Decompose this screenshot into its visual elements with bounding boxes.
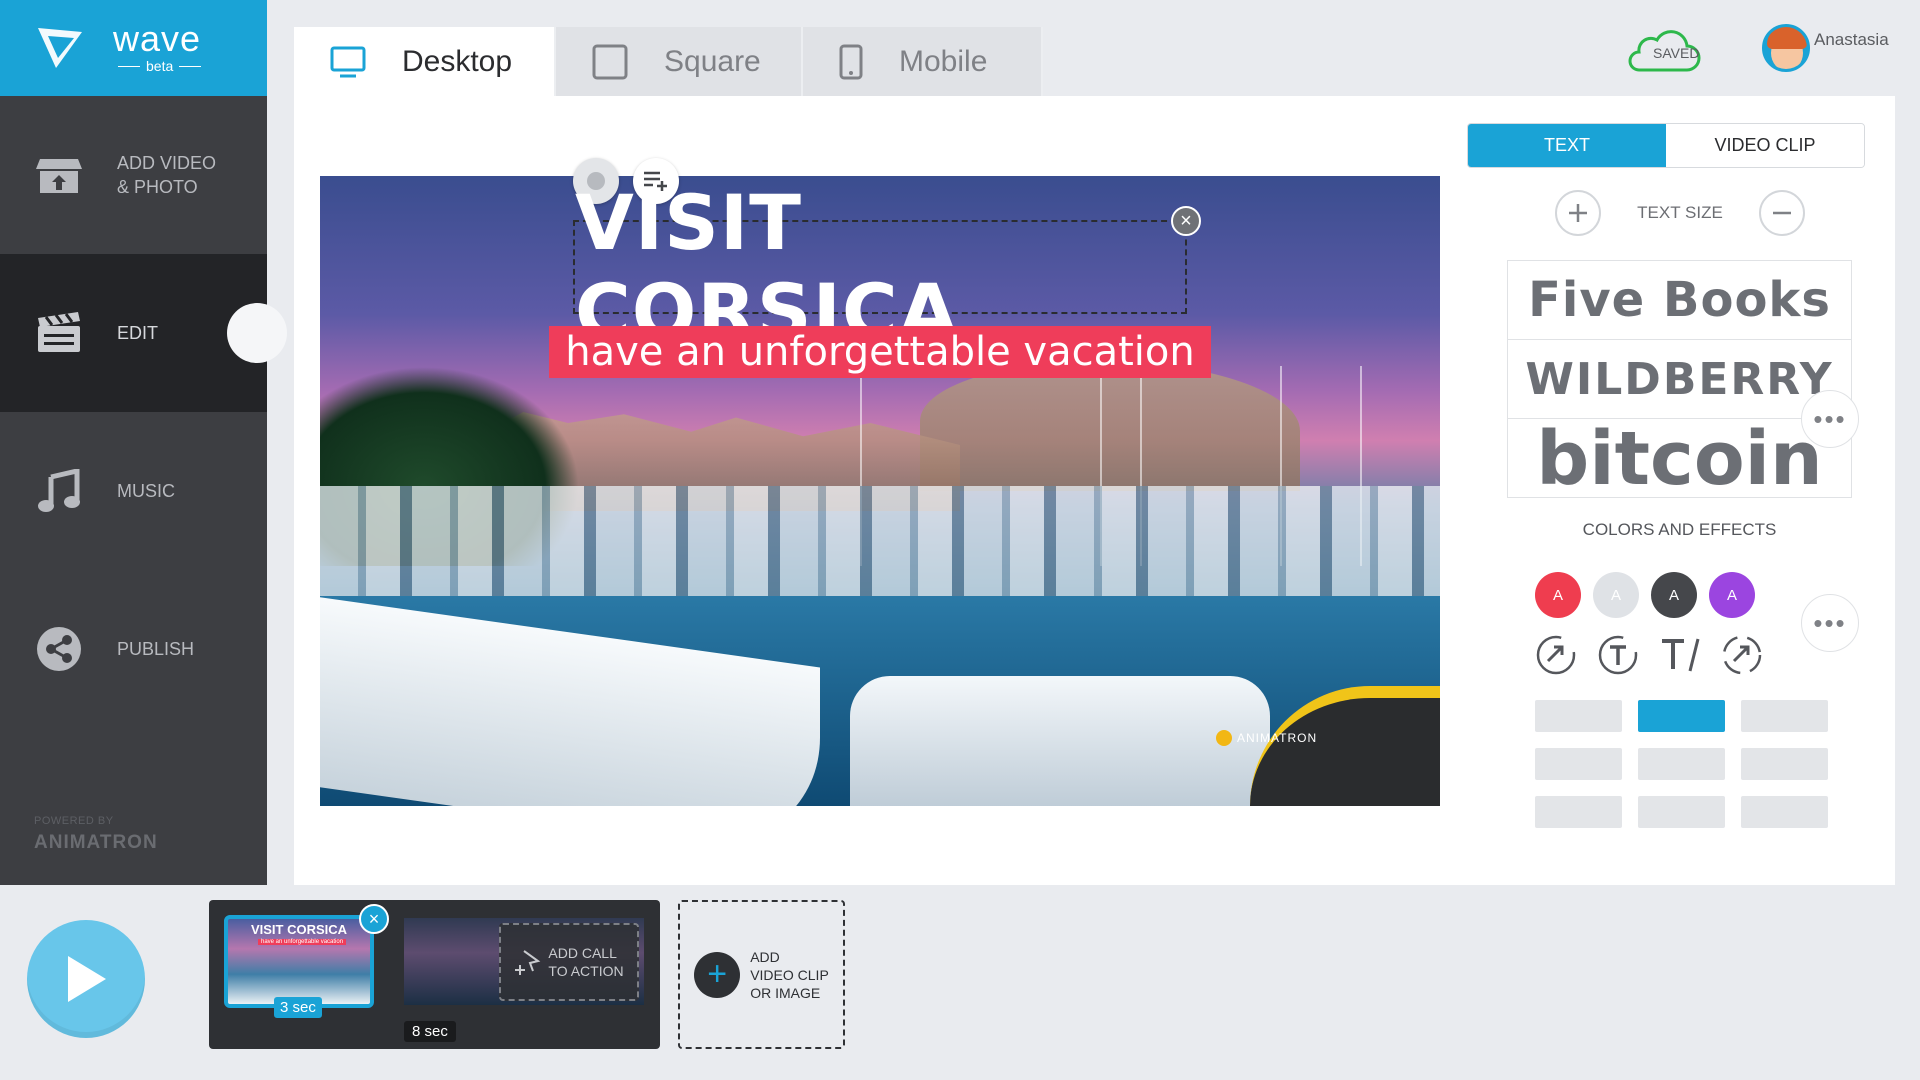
subline-text[interactable]: have an unforgettable vacation — [549, 326, 1211, 378]
active-notch — [227, 303, 287, 363]
more-dots-icon: ••• — [1813, 607, 1847, 638]
text-size-control: TEXT SIZE — [1555, 190, 1805, 236]
sidebar-item-publish[interactable]: PUBLISH — [0, 570, 267, 728]
animatron-logo[interactable]: ANIMATRON — [34, 832, 158, 854]
plus-icon: + — [694, 951, 741, 998]
style-preset[interactable] — [1535, 748, 1622, 780]
desktop-icon — [330, 46, 366, 77]
add-clip-label: ADD VIDEO CLIP OR IMAGE — [750, 948, 829, 1001]
saved-label: SAVED — [1653, 45, 1700, 61]
mobile-icon — [839, 44, 863, 79]
animatron-watermark: ANIMATRON — [1216, 730, 1317, 746]
style-preset[interactable] — [1741, 796, 1828, 828]
sidebar-item-label: EDIT — [117, 323, 159, 343]
store-upload-icon — [35, 159, 82, 193]
clip-title: VISIT CORSICA — [250, 922, 348, 937]
app-tag: beta — [118, 58, 202, 74]
style-preset[interactable] — [1638, 748, 1725, 780]
effect-fly-in-button[interactable] — [1719, 632, 1765, 678]
avatar — [1762, 24, 1810, 72]
play-icon — [68, 956, 106, 1002]
remove-text-button[interactable]: × — [1171, 206, 1201, 236]
panel-tabs: TEXT VIDEO CLIP — [1467, 123, 1865, 168]
tab-square[interactable]: Square — [556, 27, 803, 96]
add-video-clip-button[interactable]: + ADD VIDEO CLIP OR IMAGE — [678, 900, 845, 1049]
text-effects — [1533, 632, 1765, 678]
style-preset[interactable] — [1535, 796, 1622, 828]
user-menu[interactable]: Anastasia — [1762, 24, 1889, 72]
tab-desktop[interactable]: Desktop — [294, 27, 556, 96]
clip-subtitle: have an unforgettable vacation — [258, 939, 347, 945]
decrease-text-size-button[interactable] — [1759, 190, 1805, 236]
increase-text-size-button[interactable] — [1555, 190, 1601, 236]
style-presets — [1535, 700, 1828, 828]
tab-label: Mobile — [899, 44, 988, 78]
rotate-text-icon — [1598, 635, 1638, 675]
clapperboard-icon — [37, 312, 80, 352]
color-swatch-light[interactable]: A — [1593, 572, 1639, 618]
plus-icon — [1569, 204, 1587, 222]
clip-strip: VISIT CORSICA have an unforgettable vaca… — [209, 900, 660, 1049]
more-colors-button[interactable]: ••• — [1801, 594, 1859, 652]
font-option[interactable]: bitcoin — [1508, 416, 1851, 502]
add-call-to-action-button[interactable]: ADD CALL TO ACTION — [499, 923, 639, 1001]
remove-clip-button[interactable]: × — [359, 904, 389, 934]
colors-effects-label: COLORS AND EFFECTS — [1582, 520, 1777, 539]
sidebar-item-label: ADD VIDEO & PHOTO — [117, 153, 217, 197]
color-swatch-dark[interactable]: A — [1651, 572, 1697, 618]
cursor-add-icon — [515, 950, 541, 975]
wave-logo-icon — [38, 28, 82, 68]
clip-duration: 3 sec — [274, 997, 322, 1018]
sidebar: wave beta ADD VIDEO & PHOTO EDIT MUSIC P… — [0, 0, 287, 885]
style-preset[interactable] — [1741, 748, 1828, 780]
effect-spin-in-button[interactable] — [1533, 632, 1579, 678]
tab-video-clip[interactable]: VIDEO CLIP — [1666, 124, 1864, 167]
text-size-label: TEXT SIZE — [1637, 203, 1723, 222]
font-list: Five Books WILDBERRY bitcoin — [1507, 260, 1852, 502]
more-dots-icon: ••• — [1813, 403, 1847, 434]
tab-text[interactable]: TEXT — [1468, 124, 1666, 167]
headline-text-box[interactable]: VISIT CORSICA × — [573, 178, 1201, 356]
font-option[interactable]: WILDBERRY — [1508, 340, 1851, 419]
animatron-logo-icon — [1216, 730, 1232, 746]
sidebar-item-add-video-photo[interactable]: ADD VIDEO & PHOTO — [0, 96, 267, 254]
tab-label: Square — [664, 44, 761, 78]
user-name: Anastasia — [1814, 30, 1889, 49]
saved-status: SAVED — [1625, 28, 1705, 74]
tab-label: Desktop — [402, 44, 513, 78]
app-name: wave — [113, 18, 202, 59]
square-icon — [592, 44, 628, 79]
effect-italic-text-button[interactable] — [1657, 632, 1703, 678]
cta-label: ADD CALL TO ACTION — [548, 945, 624, 979]
sidebar-item-music[interactable]: MUSIC — [0, 412, 267, 570]
style-preset[interactable] — [1741, 700, 1828, 732]
sidebar-item-label: PUBLISH — [117, 639, 195, 659]
format-tabs: Desktop Square Mobile — [294, 27, 1043, 96]
color-swatch-red[interactable]: A — [1535, 572, 1581, 618]
style-preset-selected[interactable] — [1638, 700, 1725, 732]
more-fonts-button[interactable]: ••• — [1801, 390, 1859, 448]
color-swatches: A A A A — [1535, 572, 1755, 618]
style-preset[interactable] — [1535, 700, 1622, 732]
share-icon — [36, 627, 81, 671]
rotate-arrow-icon — [1536, 635, 1576, 675]
brand-header[interactable]: wave beta — [0, 0, 267, 96]
tab-mobile[interactable]: Mobile — [803, 27, 1043, 96]
effect-spin-text-button[interactable] — [1595, 632, 1641, 678]
clip-duration: 8 sec — [404, 1021, 456, 1042]
rotate-arrow-icon — [1722, 635, 1762, 675]
text-slant-icon — [1662, 638, 1700, 672]
powered-by-label: POWERED BY — [34, 815, 114, 827]
play-button[interactable] — [27, 920, 145, 1038]
style-preset[interactable] — [1638, 796, 1725, 828]
sidebar-item-label: MUSIC — [117, 481, 175, 501]
color-swatch-purple[interactable]: A — [1709, 572, 1755, 618]
clip-thumbnail-selected[interactable]: VISIT CORSICA have an unforgettable vaca… — [224, 915, 374, 1008]
minus-icon — [1773, 211, 1791, 215]
sidebar-item-edit[interactable]: EDIT — [0, 254, 287, 412]
font-option[interactable]: Five Books — [1508, 261, 1851, 340]
music-note-icon — [37, 469, 80, 512]
